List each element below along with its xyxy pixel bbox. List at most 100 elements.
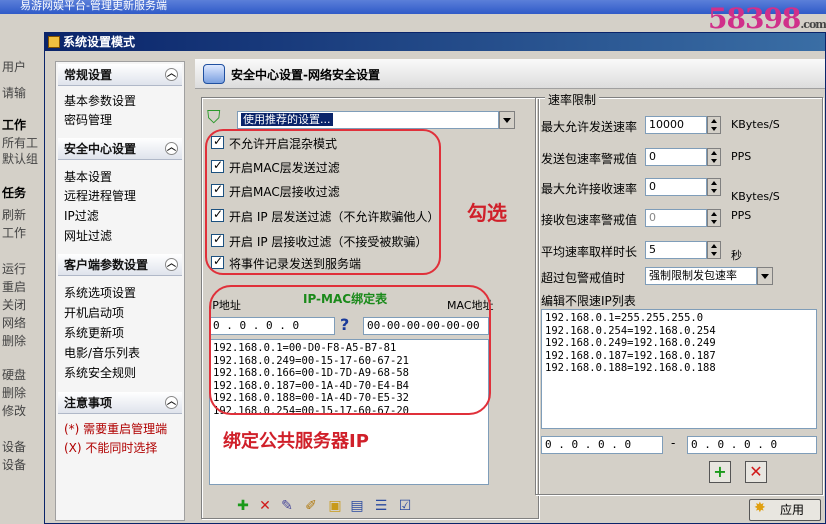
range-end-input[interactable]: 0 . 0 . 0 . 0 [687,436,817,454]
exceed-action-select[interactable]: 强制限制发包速率 [645,267,757,285]
note-exclusive: (X) 不能同时选择 [64,441,158,455]
bg-item[interactable]: 工作 [2,224,26,241]
bg-item[interactable]: 默认组 [2,150,38,167]
bg-item[interactable]: 工作 [2,116,26,133]
nav-section-notes[interactable]: 注意事项 ︿ [58,392,182,414]
main-title: 安全中心设置-网络安全设置 [231,68,380,82]
nav-item-url-filter[interactable]: 网址过滤 [64,227,112,244]
watermark-main: 58398 [708,2,801,35]
collapse-icon[interactable]: ︿ [165,396,178,409]
bg-item[interactable]: 硬盘 [2,366,26,383]
nav-section-title: 注意事项 [64,396,113,410]
nav-section-general[interactable]: 常规设置 ︿ [58,64,182,86]
label-exceed: 超过包警戒值时 [541,271,626,285]
range-start-input[interactable]: 0 . 0 . 0 . 0 [541,436,663,454]
label-max-recv: 最大允许接收速率 [541,182,638,196]
max-send-input[interactable]: 10000 [645,116,707,134]
check-list-icon[interactable]: ☑ [397,498,413,514]
dialog-title: 系统设置模式 [63,35,136,49]
nav-item-remote-process[interactable]: 远程进程管理 [64,187,136,204]
bg-item[interactable]: 关闭 [2,296,26,313]
preset-value: 使用推荐的设置... [241,113,333,126]
list-icon[interactable]: ☰ [373,498,389,514]
note-restart: (*) 需要重启管理端 [64,422,168,436]
unit-kbytes: KBytes/S [731,190,780,203]
list-item[interactable]: 192.168.0.254=192.168.0.254 [545,325,813,338]
collapse-icon[interactable]: ︿ [165,142,178,155]
bg-item[interactable]: 删除 [2,332,26,349]
send-pps-input[interactable]: 0 [645,148,707,166]
recv-pps-input[interactable]: 0 [645,209,707,227]
max-send-spinner[interactable] [707,116,721,134]
bg-item[interactable]: 任务 [2,184,26,201]
preset-dropdown-arrow[interactable] [499,111,515,129]
nav-item-security-rules[interactable]: 系统安全规则 [64,364,136,381]
unit-pps: PPS [731,150,752,163]
bg-item[interactable]: 刷新 [2,206,26,223]
apply-button[interactable]: ✸ 应用 [749,499,821,521]
watermark-suffix: .com [800,18,826,31]
nav-item-ip-filter[interactable]: IP过滤 [64,207,99,224]
collapse-icon[interactable]: ︿ [165,258,178,271]
add-icon[interactable]: ✚ [235,498,251,514]
import-icon[interactable]: ▣ [327,498,343,514]
nav-item-startup[interactable]: 开机启动项 [64,304,124,321]
collapse-icon[interactable]: ︿ [165,68,178,81]
rate-limit-legend: 速率限制 [545,91,600,108]
sample-time-input[interactable]: 5 [645,241,707,259]
label-recv-pps: 接收包速率警戒值 [541,213,638,227]
network-security-icon [203,64,225,84]
annotation-check-label: 勾选 [467,201,507,225]
max-recv-spinner[interactable] [707,178,721,196]
save-icon[interactable]: ▤ [349,498,365,514]
background-left-panel: 用户 请输 工作 所有工 默认组 任务 刷新 工作 运行 重启 关闭 网络 删除… [0,32,48,524]
recv-pps-spinner[interactable] [707,209,721,227]
annotation-bind-label: 绑定公共服务器IP [223,431,369,452]
list-item[interactable]: 192.168.0.249=192.168.0.249 [545,337,813,350]
bg-item[interactable]: 运行 [2,260,26,277]
list-item[interactable]: 192.168.0.188=192.168.0.188 [545,362,813,375]
clean-icon[interactable]: ✐ [303,498,319,514]
bg-user-label[interactable]: 用户 [2,58,26,75]
bg-item[interactable]: 设备 [2,438,26,455]
remove-range-button[interactable]: ✕ [745,461,767,483]
max-recv-input[interactable]: 0 [645,178,707,196]
bg-search[interactable]: 请输 [2,84,26,101]
exceed-dropdown-arrow[interactable] [757,267,773,285]
list-item[interactable]: 192.168.0.187=192.168.0.187 [545,350,813,363]
list-item[interactable]: 192.168.0.1=255.255.255.0 [545,312,813,325]
edit-icon[interactable]: ✎ [279,498,295,514]
add-range-button[interactable]: + [709,461,731,483]
nav-section-security[interactable]: 安全中心设置 ︿ [58,138,182,160]
nav-item-basic[interactable]: 基本设置 [64,168,112,185]
bg-item[interactable]: 设备 [2,456,26,473]
send-pps-spinner[interactable] [707,148,721,166]
nav-item-basic-params[interactable]: 基本参数设置 [64,92,136,109]
security-preset-select[interactable]: 使用推荐的设置... [237,111,499,129]
bg-item[interactable]: 重启 [2,278,26,295]
nav-item-media-list[interactable]: 电影/音乐列表 [64,344,140,361]
bg-item[interactable]: 网络 [2,314,26,331]
bg-item[interactable]: 删除 [2,384,26,401]
nav-item-password[interactable]: 密码管理 [64,111,112,128]
settings-nav: 常规设置 ︿ 基本参数设置 密码管理 安全中心设置 ︿ 基本设置 远程进程管理 … [55,61,185,521]
nav-section-title: 客户端参数设置 [64,258,149,272]
shield-check-icon: ⛉ [207,107,221,128]
bg-item[interactable]: 修改 [2,402,26,419]
label-sample-time: 平均速率取样时长 [541,245,638,259]
nav-item-system-options[interactable]: 系统选项设置 [64,284,136,301]
dialog-titlebar[interactable]: 系统设置模式 [45,33,825,51]
background-window-title: 易游网娱平台-管理更新服务端 [0,0,826,14]
delete-icon[interactable]: ✕ [257,498,273,514]
range-dash: - [671,436,676,450]
nav-item-system-update[interactable]: 系统更新项 [64,324,124,341]
annotation-ring-ipmac [209,285,491,415]
bg-item[interactable]: 所有工 [2,134,38,151]
settings-dialog: 系统设置模式 常规设置 ︿ 基本参数设置 密码管理 安全中心设置 ︿ 基本设置 … [44,32,826,524]
apply-label: 应用 [779,503,804,517]
unlimited-ip-list[interactable]: 192.168.0.1=255.255.255.0 192.168.0.254=… [541,309,817,429]
main-header: 安全中心设置-网络安全设置 [195,59,825,89]
unit-seconds: 秒 [731,249,742,262]
nav-section-client[interactable]: 客户端参数设置 ︿ [58,254,182,276]
sample-time-spinner[interactable] [707,241,721,259]
